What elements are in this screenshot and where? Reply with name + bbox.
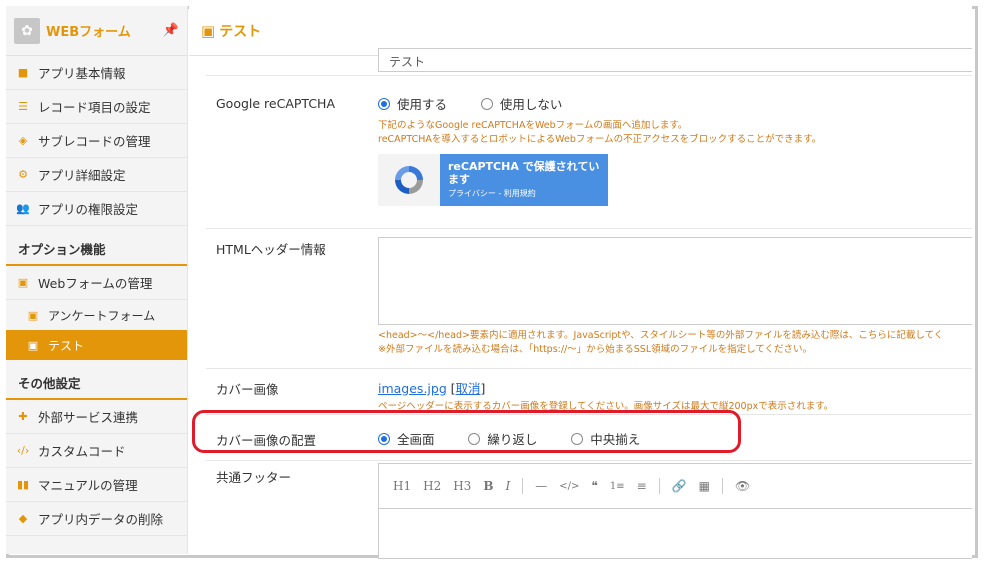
sidebar-item-subrecord[interactable]: ◈ サブレコードの管理: [6, 124, 187, 158]
bullet-list-button[interactable]: ≡: [637, 479, 647, 493]
section-title-other: その他設定: [6, 360, 187, 400]
list-icon: ☰: [18, 100, 28, 113]
horizontal-rule-button[interactable]: —: [535, 479, 547, 493]
cover-image-label: カバー画像: [216, 382, 279, 397]
quote-button[interactable]: ❝: [591, 479, 597, 493]
bold-button[interactable]: B: [483, 479, 493, 493]
highlight-box: [192, 410, 741, 453]
sidebar-item-external-services[interactable]: ✚ 外部サービス連携: [6, 400, 187, 434]
recaptcha-logo-icon: [378, 154, 440, 206]
sidebar-item-app-info[interactable]: ■ アプリ基本情報: [6, 56, 187, 90]
form-icon: ▣: [17, 276, 29, 289]
gear-icon: ⚙: [18, 168, 28, 181]
sidebar-header: ✿ WEBフォーム 📌: [6, 6, 187, 56]
app-logo-icon: ✿: [14, 17, 40, 44]
form-icon: ▣: [201, 21, 216, 40]
toolbar-divider: [658, 478, 660, 494]
sidebar-item-manuals[interactable]: ▮▮ マニュアルの管理: [6, 468, 187, 502]
html-header-textarea[interactable]: [378, 237, 972, 325]
form-icon: ▣: [27, 338, 39, 352]
top-field-input[interactable]: テスト: [378, 48, 972, 72]
heading2-button[interactable]: H2: [423, 479, 441, 493]
html-header-note-1: <head>～</head>要素内に適用されます。JavaScriptや、スタイ…: [378, 330, 944, 341]
recaptcha-no-radio[interactable]: 使用しない: [480, 94, 562, 113]
users-icon: 👥: [16, 202, 30, 215]
ordered-list-button[interactable]: 1≡: [610, 481, 625, 492]
heading3-button[interactable]: H3: [453, 479, 471, 493]
recaptcha-text-panel: reCAPTCHA で保護されています プライバシー - 利用規約: [440, 154, 608, 206]
editor-toolbar: H1 H2 H3 B I — </> ❝ 1≡ ≡ 🔗 ▦ 👁: [378, 463, 972, 509]
eraser-icon: ◆: [18, 512, 28, 525]
book-icon: ▮▮: [16, 478, 30, 491]
app-name[interactable]: WEBフォーム: [46, 21, 131, 40]
sidebar-item-survey-form[interactable]: ▣ アンケートフォーム: [6, 300, 187, 330]
bracket-close: ]: [480, 381, 486, 396]
sidebar-item-custom-code[interactable]: ‹/› カスタムコード: [6, 434, 187, 468]
html-header-content: <head>～</head>要素内に適用されます。JavaScriptや、スタイ…: [378, 237, 972, 357]
sidebar-item-delete-data[interactable]: ◆ アプリ内データの削除: [6, 502, 187, 536]
heading1-button[interactable]: H1: [393, 479, 411, 493]
puzzle-icon: ✚: [18, 410, 28, 423]
recaptcha-note-2: reCAPTCHAを導入するとロボットによるWebフォームの不正アクセスをブロッ…: [378, 134, 822, 145]
sidebar-item-test[interactable]: ▣ テスト: [6, 330, 187, 360]
radio-checked: [378, 97, 390, 110]
sidebar: ✿ WEBフォーム 📌 ■ アプリ基本情報 ☰ レコード項目の設定 ◈ サブレコードの…: [6, 6, 188, 554]
radio-unchecked: [480, 97, 493, 110]
cover-image-cancel-link[interactable]: 取消: [455, 381, 480, 396]
table-button[interactable]: ▦: [699, 479, 710, 493]
form-row-cover-image: カバー画像 images.jpg [取消] ページヘッダーに表示するカバー画像を…: [206, 369, 972, 415]
form-row-footer: 共通フッター H1 H2 H3 B I — </> ❝ 1≡ ≡ 🔗 ▦ 👁: [206, 461, 972, 559]
sidebar-item-record-fields[interactable]: ☰ レコード項目の設定: [6, 90, 187, 124]
footer-editor-area[interactable]: [378, 509, 972, 559]
html-header-note-2: ※外部ファイルを読み込む場合は、「https://～」から始まるSSL領域のファ…: [378, 344, 813, 355]
italic-button[interactable]: I: [505, 479, 510, 493]
sidebar-item-app-detail[interactable]: ⚙ アプリ詳細設定: [6, 158, 187, 192]
form-icon: ▣: [27, 308, 39, 322]
recaptcha-options: 使用する 使用しない 下記のようなGoogle reCAPTCHAをWebフォー…: [378, 94, 972, 206]
pin-icon[interactable]: 📌: [163, 23, 179, 38]
toolbar-divider: [522, 478, 524, 494]
recaptcha-label: Google reCAPTCHA: [216, 96, 336, 111]
recaptcha-use-radio[interactable]: 使用する: [378, 94, 447, 113]
code-icon: ‹/›: [16, 444, 30, 457]
footer-editor: H1 H2 H3 B I — </> ❝ 1≡ ≡ 🔗 ▦ 👁: [378, 463, 972, 559]
form-row-top: テスト: [206, 48, 972, 76]
sidebar-item-permissions[interactable]: 👥 アプリの権限設定: [6, 192, 187, 226]
recaptcha-note-1: 下記のようなGoogle reCAPTCHAをWebフォームの画面へ追加します。: [378, 120, 688, 131]
link-button[interactable]: 🔗: [672, 479, 687, 493]
cover-image-file-link[interactable]: images.jpg: [378, 381, 447, 396]
form-row-recaptcha: Google reCAPTCHA 使用する 使用しない 下記のようなGoogle…: [206, 76, 972, 229]
code-button[interactable]: </>: [559, 481, 579, 492]
recaptcha-badge: reCAPTCHA で保護されています プライバシー - 利用規約: [378, 154, 608, 206]
footer-label: 共通フッター: [216, 470, 292, 485]
html-header-label: HTMLヘッダー情報: [216, 242, 326, 257]
main-content: ▣ テスト テスト Google reCAPTCHA 使用する 使用しない 下記…: [189, 6, 972, 559]
form-row-html-header: HTMLヘッダー情報 <head>～</head>要素内に適用されます。Java…: [206, 229, 972, 369]
cover-image-content: images.jpg [取消] ページヘッダーに表示するカバー画像を登録してくだ…: [378, 378, 972, 414]
toolbar-divider: [721, 478, 723, 494]
preview-button[interactable]: 👁: [735, 479, 750, 493]
page-title: テスト: [219, 23, 262, 40]
info-icon: ■: [17, 66, 29, 79]
layers-icon: ◈: [18, 134, 28, 147]
section-title-options: オプション機能: [6, 226, 187, 266]
recaptcha-badge-links[interactable]: プライバシー - 利用規約: [448, 188, 600, 199]
sidebar-item-webform-manage[interactable]: ▣ Webフォームの管理: [6, 266, 187, 300]
recaptcha-badge-title: reCAPTCHA で保護されています: [448, 160, 600, 186]
